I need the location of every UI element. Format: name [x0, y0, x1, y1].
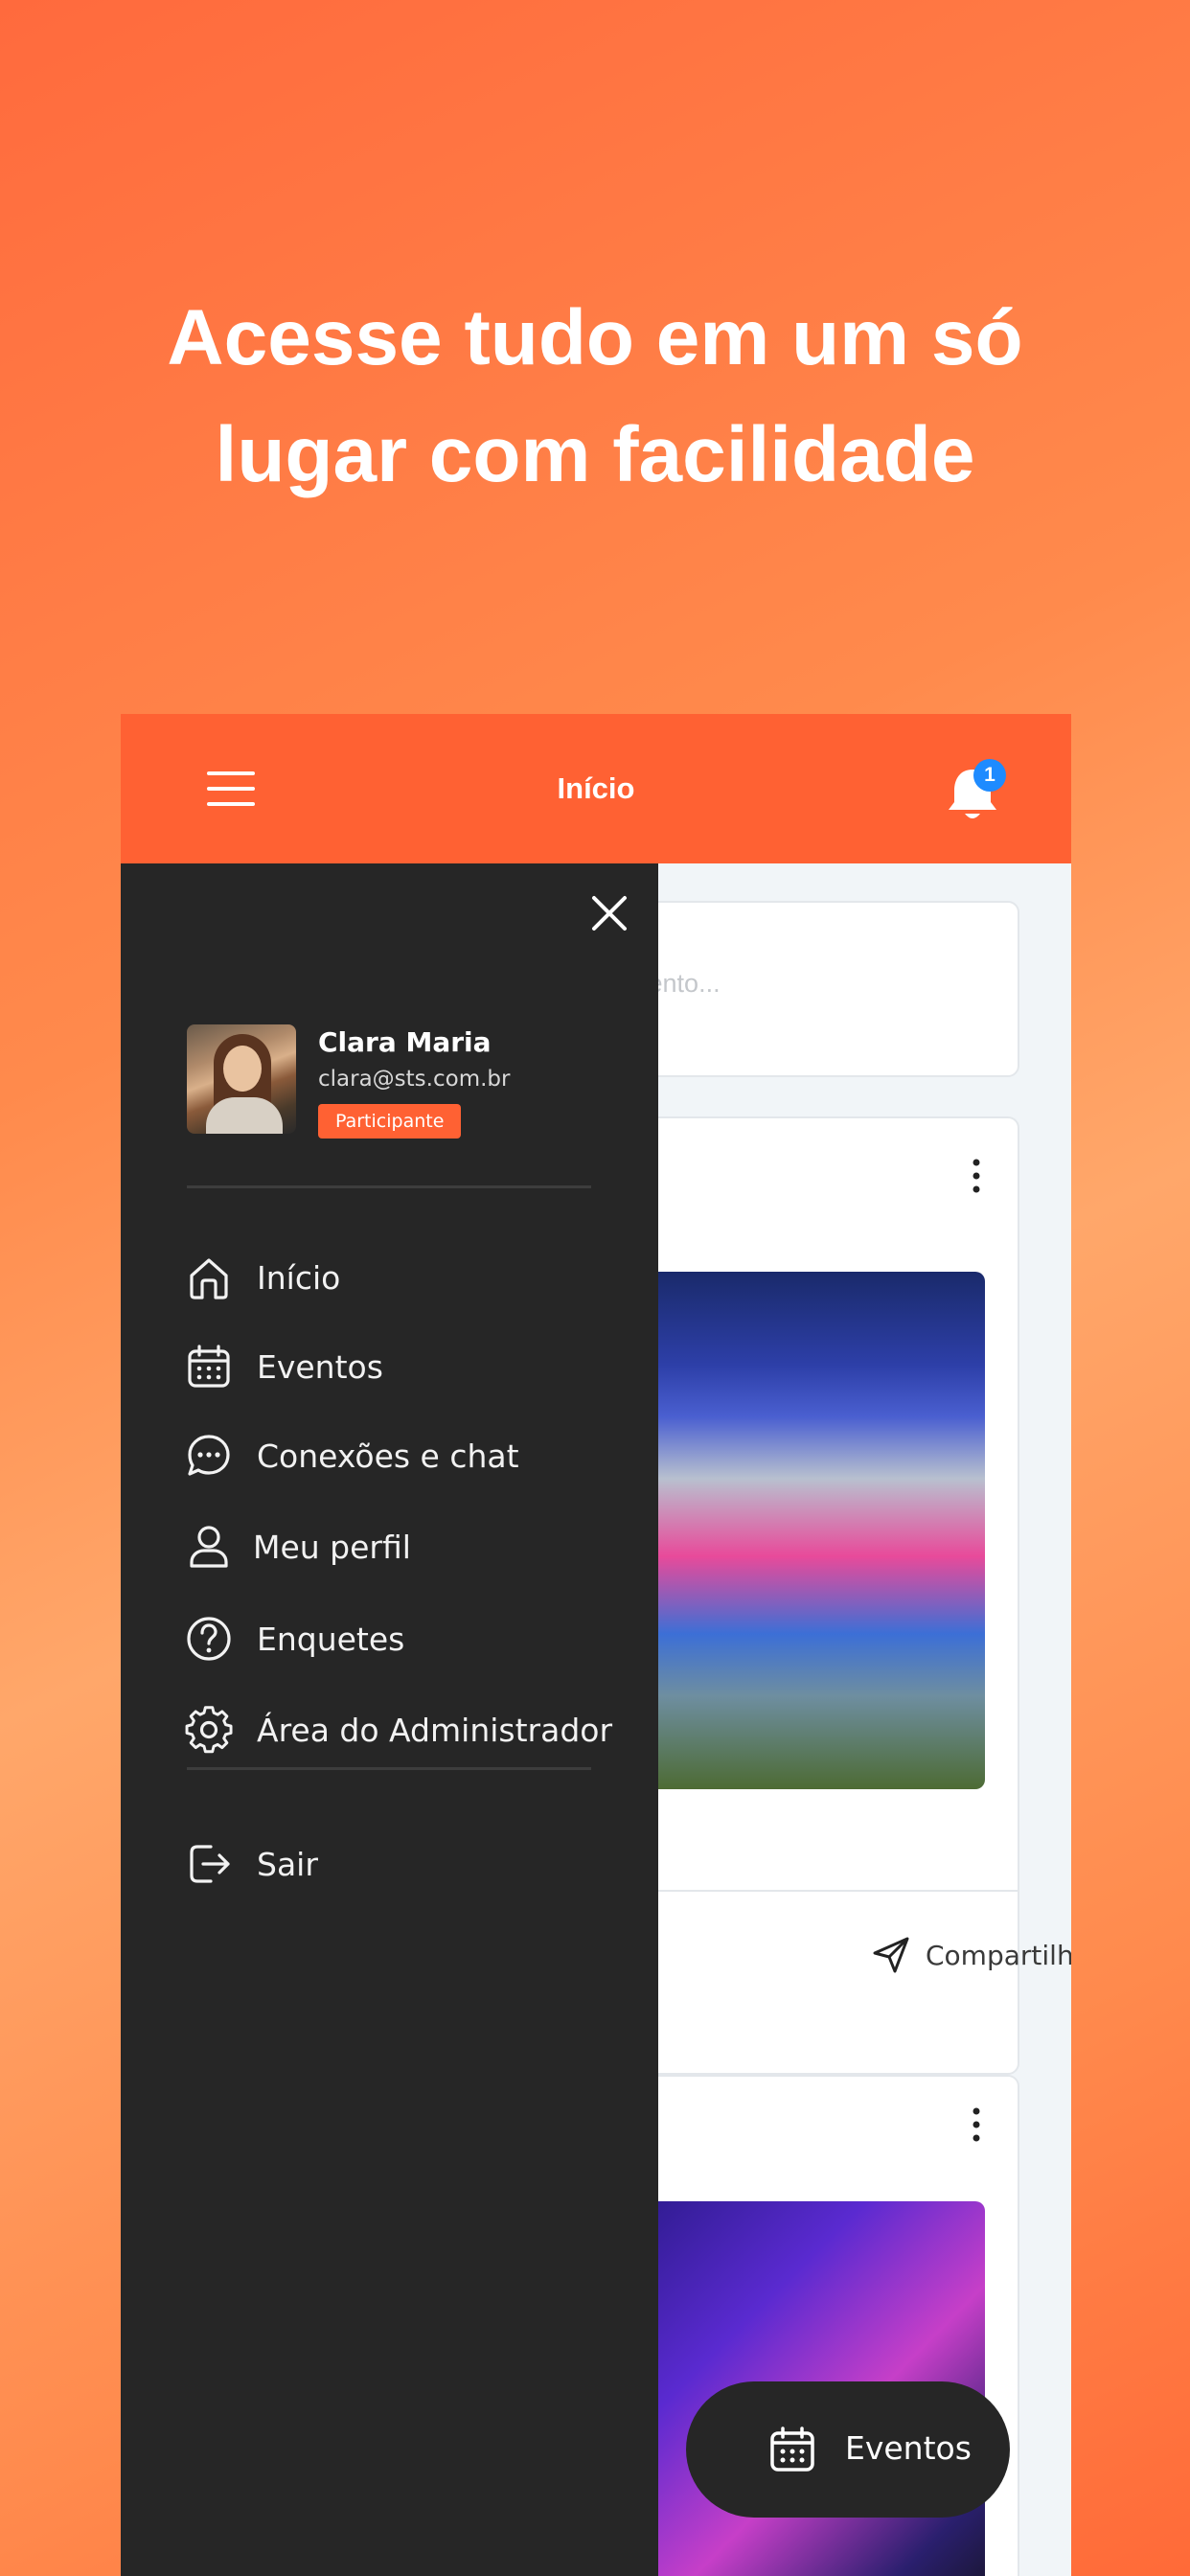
- fab-label: Eventos: [845, 2429, 972, 2467]
- headline-line-2: lugar com facilidade: [215, 411, 975, 498]
- events-floating-button[interactable]: Eventos: [686, 2381, 1010, 2518]
- page-title: Início: [557, 771, 635, 805]
- send-icon: [873, 1937, 909, 1973]
- divider: [187, 1767, 591, 1770]
- more-options-icon[interactable]: [972, 1157, 981, 1195]
- navigation-drawer: Clara Maria clara@sts.com.br Participant…: [121, 863, 658, 2576]
- notification-badge: 1: [973, 759, 1006, 792]
- drawer-item-area-administrador[interactable]: Área do Administrador: [184, 1701, 612, 1759]
- more-options-icon[interactable]: [972, 2105, 981, 2144]
- app-screen: Início 1 evento... Compartilhar: [121, 714, 1071, 2576]
- drawer-item-enquetes[interactable]: Enquetes: [184, 1610, 404, 1668]
- question-icon: [187, 1617, 231, 1661]
- drawer-item-label: Meu perfil: [253, 1528, 411, 1566]
- home-icon: [190, 1258, 228, 1300]
- user-email: clara@sts.com.br: [318, 1067, 511, 1092]
- drawer-item-sair[interactable]: Sair: [184, 1835, 318, 1893]
- drawer-item-meu-perfil[interactable]: Meu perfil: [184, 1518, 411, 1576]
- gear-icon: [185, 1706, 233, 1754]
- headline-line-1: Acesse tudo em um só: [167, 294, 1023, 381]
- drawer-item-label: Conexões e chat: [257, 1437, 519, 1475]
- user-name: Clara Maria: [318, 1026, 492, 1058]
- calendar-icon: [188, 1345, 230, 1388]
- logout-icon: [190, 1845, 230, 1883]
- drawer-item-conexoes-chat[interactable]: Conexões e chat: [184, 1427, 519, 1484]
- post-card: Compartilhar: [619, 1116, 1071, 2075]
- app-bar: Início 1: [121, 714, 1071, 863]
- chat-icon: [188, 1435, 230, 1476]
- hamburger-menu-icon[interactable]: [207, 770, 255, 808]
- divider: [187, 1185, 591, 1188]
- promo-headline: Acesse tudo em um só lugar com facilidad…: [0, 280, 1190, 514]
- drawer-item-inicio[interactable]: Início: [184, 1249, 340, 1306]
- calendar-icon: [770, 2426, 814, 2472]
- avatar: [187, 1024, 296, 1134]
- search-card[interactable]: evento...: [619, 901, 1019, 1077]
- divider: [621, 1890, 1018, 1892]
- close-icon[interactable]: [588, 892, 630, 934]
- drawer-item-label: Início: [257, 1258, 341, 1297]
- user-icon: [190, 1526, 228, 1568]
- drawer-item-label: Sair: [257, 1845, 318, 1883]
- drawer-item-label: Área do Administrador: [257, 1711, 613, 1749]
- drawer-item-eventos[interactable]: Eventos: [184, 1338, 383, 1395]
- share-button[interactable]: Compartilhar: [870, 1931, 1071, 1979]
- share-label: Compartilhar: [926, 1939, 1071, 1971]
- post-image[interactable]: [621, 1272, 985, 1789]
- drawer-item-label: Eventos: [257, 1347, 383, 1386]
- drawer-item-label: Enquetes: [257, 1620, 405, 1658]
- role-badge: Participante: [318, 1104, 462, 1138]
